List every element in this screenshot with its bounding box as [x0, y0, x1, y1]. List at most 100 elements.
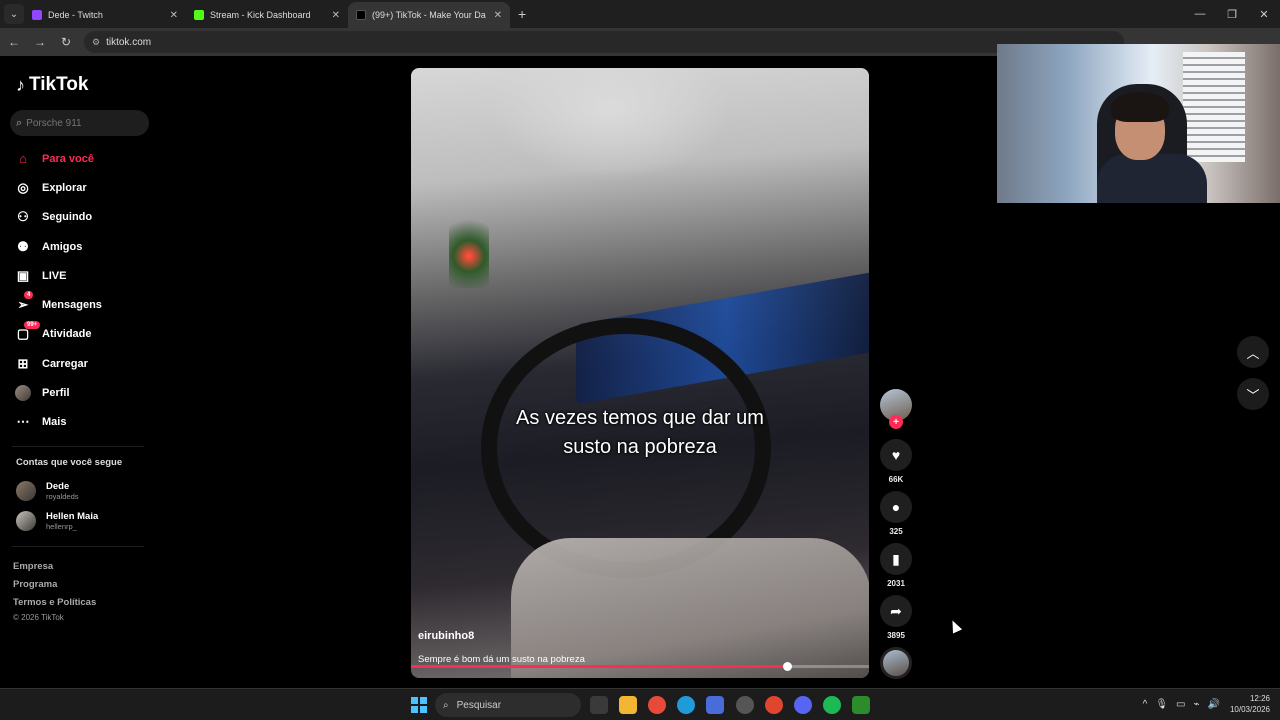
search-box[interactable]: ⌕ — [10, 110, 149, 136]
forward-icon[interactable]: → — [28, 30, 52, 54]
nav-carregar[interactable]: ⊞ Carregar — [14, 349, 102, 378]
url-field[interactable]: ⚙ tiktok.com — [84, 31, 1124, 53]
nav-label: Para você — [42, 152, 94, 165]
clock-time: 12:26 — [1249, 694, 1270, 703]
sidebar: ♪ TikTok ⌕ ⌂ Para você ◎ Explorar ⚇ Segu… — [0, 56, 160, 688]
tab-search-icon[interactable]: ⌄ — [4, 4, 24, 24]
video-actions: + ♥ 66K ● 325 ▮ 2031 ➦ 3895 — [878, 389, 914, 679]
taskbar-search[interactable]: ⌕ Pesquisar — [435, 693, 581, 717]
windows-start-icon[interactable] — [411, 697, 427, 713]
nav-label: LIVE — [42, 269, 67, 282]
tab-tiktok[interactable]: (99+) TikTok - Make Your Da ✕ — [348, 2, 510, 28]
account-handle: hellenrp_ — [46, 522, 77, 531]
obs-icon[interactable] — [736, 696, 754, 714]
chevron-up-icon: ︿ — [1246, 345, 1260, 361]
profile-avatar-icon — [14, 384, 32, 402]
creator-avatar[interactable]: + — [880, 389, 912, 429]
url-text: tiktok.com — [106, 36, 152, 48]
music-disc-icon[interactable] — [880, 647, 912, 679]
video-player[interactable]: As vezes temos que dar um susto na pobre… — [411, 68, 869, 678]
volume-icon[interactable]: 🔊 — [1208, 699, 1220, 710]
previous-video-button[interactable]: ︿ — [1237, 336, 1269, 368]
like-count: 66K — [888, 475, 904, 484]
video-caption-overlay: As vezes temos que dar um susto na pobre… — [411, 404, 869, 462]
window-controls: — ❐ ✕ — [1184, 0, 1280, 28]
following-account[interactable]: Dede royaldeds — [16, 481, 79, 501]
search-input[interactable] — [26, 117, 137, 129]
share-icon[interactable]: ➦ — [880, 595, 912, 627]
tab-kick[interactable]: Stream - Kick Dashboard ✕ — [186, 2, 348, 28]
progress-knob[interactable] — [782, 662, 792, 671]
task-view-icon[interactable] — [590, 696, 608, 714]
reload-icon[interactable]: ↻ — [54, 30, 78, 54]
app-icon[interactable] — [706, 696, 724, 714]
divider — [12, 446, 144, 447]
network-icon[interactable]: ⌁ — [1193, 699, 1199, 710]
nav-seguindo[interactable]: ⚇ Seguindo — [14, 203, 102, 232]
heart-icon[interactable]: ♥ — [880, 439, 912, 471]
footer-link-empresa[interactable]: Empresa — [13, 561, 53, 572]
home-icon: ⌂ — [19, 151, 27, 167]
follow-plus-icon[interactable]: + — [889, 415, 903, 429]
tiktok-note-icon: ♪ — [16, 74, 25, 95]
chrome-icon[interactable] — [648, 696, 666, 714]
next-video-button[interactable]: ﹀ — [1237, 378, 1269, 410]
following-account[interactable]: Hellen Maia hellenrp_ — [16, 511, 98, 531]
nav-explorar[interactable]: ◎ Explorar — [14, 173, 102, 202]
edge-icon[interactable] — [677, 696, 695, 714]
comment-icon[interactable]: ● — [880, 491, 912, 523]
new-tab-icon[interactable]: + — [518, 6, 526, 22]
nav-label: Perfil — [42, 387, 70, 400]
nav-para-voce[interactable]: ⌂ Para você — [14, 144, 102, 173]
nav-label: Seguindo — [42, 211, 93, 224]
main-nav: ⌂ Para você ◎ Explorar ⚇ Seguindo ⚉ Amig… — [14, 144, 102, 437]
account-handle: royaldeds — [46, 492, 79, 501]
caption-line: susto na pobreza — [563, 436, 717, 458]
tab-title: Stream - Kick Dashboard — [210, 10, 311, 20]
close-icon[interactable]: ✕ — [170, 10, 178, 21]
following-icon: ⚇ — [17, 209, 29, 225]
minimize-icon[interactable]: — — [1184, 0, 1216, 28]
more-icon: ⋯ — [16, 414, 30, 430]
file-explorer-icon[interactable] — [619, 696, 637, 714]
site-info-icon[interactable]: ⚙ — [92, 37, 100, 48]
spotify-icon[interactable] — [823, 696, 841, 714]
back-icon[interactable]: ← — [2, 30, 26, 54]
nav-atividade[interactable]: ▢ 99+ Atividade — [14, 320, 102, 349]
app-icon[interactable] — [852, 696, 870, 714]
following-section-title: Contas que você segue — [16, 457, 123, 468]
nav-label: Carregar — [42, 357, 88, 370]
discord-icon[interactable] — [794, 696, 812, 714]
share-count: 3895 — [887, 631, 905, 640]
save-count: 2031 — [887, 579, 905, 588]
nav-mensagens[interactable]: ➢ 4 Mensagens — [14, 290, 102, 319]
microphone-icon[interactable]: 🎙 — [1155, 699, 1168, 710]
webcam-overlay — [997, 44, 1280, 203]
maximize-icon[interactable]: ❐ — [1216, 0, 1248, 28]
search-icon: ⌕ — [443, 699, 449, 711]
tab-twitch[interactable]: Dede - Twitch ✕ — [24, 2, 186, 28]
close-window-icon[interactable]: ✕ — [1248, 0, 1280, 28]
tab-title: Dede - Twitch — [48, 10, 103, 20]
nav-perfil[interactable]: Perfil — [14, 378, 102, 407]
footer-link-programa[interactable]: Programa — [13, 579, 57, 590]
chevron-up-icon[interactable]: ^ — [1143, 699, 1148, 710]
compass-icon: ◎ — [17, 179, 29, 195]
footer-link-termos[interactable]: Termos e Políticas — [13, 597, 96, 608]
account-name: Dede — [46, 481, 70, 492]
clock[interactable]: 12:26 10/03/2026 — [1230, 693, 1270, 715]
close-icon[interactable]: ✕ — [332, 10, 340, 21]
close-icon[interactable]: ✕ — [494, 10, 502, 21]
tiktok-logo[interactable]: ♪ TikTok — [16, 74, 88, 96]
nav-live[interactable]: ▣ LIVE — [14, 261, 102, 290]
nav-mais[interactable]: ⋯ Mais — [14, 408, 102, 437]
monitor-icon[interactable]: ▭ — [1176, 699, 1185, 710]
taskbar-search-label: Pesquisar — [456, 699, 502, 711]
bookmark-icon[interactable]: ▮ — [880, 543, 912, 575]
app-icon[interactable] — [765, 696, 783, 714]
clock-date: 10/03/2026 — [1229, 705, 1270, 714]
video-author[interactable]: eirubinho8 — [418, 630, 474, 642]
kick-favicon-icon — [194, 10, 204, 20]
nav-amigos[interactable]: ⚉ Amigos — [14, 232, 102, 261]
video-progress-bar[interactable] — [411, 662, 869, 671]
